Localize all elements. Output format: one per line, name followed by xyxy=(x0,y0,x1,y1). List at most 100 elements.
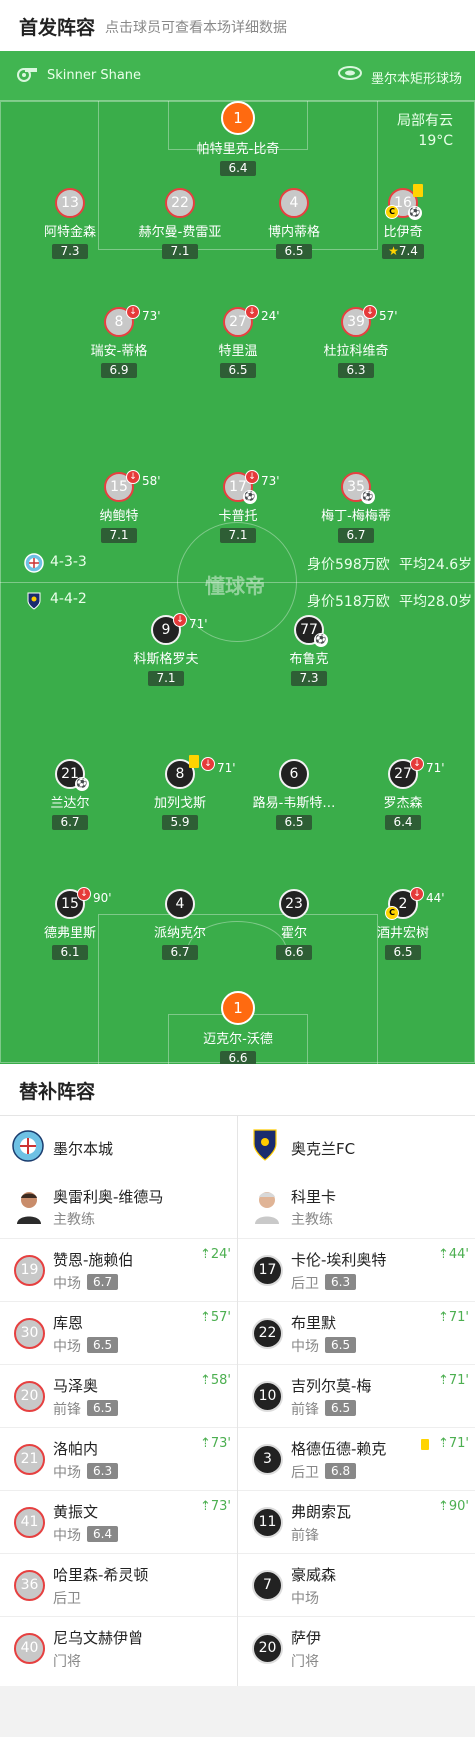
player-rating: 6.5 xyxy=(325,1337,357,1353)
sub-minute: 57' xyxy=(379,309,398,323)
sub-player-row[interactable]: 11 弗朗索瓦 前锋 ⇡90' xyxy=(238,1490,475,1553)
sub-out-icon xyxy=(126,470,140,484)
coach-name: 科里卡 xyxy=(291,1188,337,1206)
sub-minute: 71' xyxy=(189,617,208,631)
yellow-card-icon xyxy=(421,1439,429,1450)
sub-player-row[interactable]: 20 马泽奥 前锋 6.5 ⇡58' xyxy=(0,1364,237,1427)
player-rating: 7.3 xyxy=(291,671,327,686)
sub-out-icon xyxy=(363,305,377,319)
player-rating: 7.1 xyxy=(148,671,184,686)
player-home-def-4[interactable]: 16 比伊奇 ★7.4 xyxy=(348,184,458,259)
away-coach-row[interactable]: 科里卡 主教练 xyxy=(238,1176,475,1238)
sub-out-icon xyxy=(245,305,259,319)
sub-in-icon: ⇡ xyxy=(199,1310,211,1325)
player-away-def-1[interactable]: 15 90' 德弗里斯 6.1 xyxy=(15,887,125,960)
player-position: 中场 xyxy=(53,1276,81,1292)
player-number: 15 xyxy=(61,896,79,912)
sub-out-icon xyxy=(173,613,187,627)
player-name: 路易-韦斯特… xyxy=(252,796,336,811)
player-name: 格德伍德-赖克 xyxy=(291,1440,387,1458)
player-number: 8 xyxy=(175,766,185,782)
sub-player-row[interactable]: 17 卡伦-埃利奥特 后卫 6.3 ⇡44' xyxy=(238,1238,475,1301)
yellow-card-icon xyxy=(413,184,423,197)
player-number: 19 xyxy=(14,1255,45,1286)
sub-in-icon: ⇡ xyxy=(199,1373,211,1388)
sub-player-row[interactable]: 22 布里默 中场 6.5 ⇡71' xyxy=(238,1301,475,1364)
sub-in-icon: ⇡ xyxy=(437,1310,449,1325)
sub-player-row[interactable]: 21 洛帕内 中场 6.3 ⇡73' xyxy=(0,1427,237,1490)
player-home-mid-2[interactable]: 27 24' 特里温 6.5 xyxy=(183,305,293,378)
away-value: 身价518万欧 xyxy=(307,594,390,610)
player-away-mid-4[interactable]: 27 71' 罗杰森 6.4 xyxy=(348,757,458,830)
player-home-fwd-1[interactable]: 15 58' 纳鲍特 7.1 xyxy=(64,470,174,543)
player-away-mid-3[interactable]: 6 路易-韦斯特… 6.5 xyxy=(239,759,349,830)
player-position: 中场 xyxy=(53,1339,81,1355)
player-name: 卡伦-埃利奥特 xyxy=(291,1251,387,1269)
player-number: 27 xyxy=(229,314,247,330)
player-position: 门将 xyxy=(291,1654,319,1670)
player-name: 梅丁-梅梅蒂 xyxy=(321,509,391,524)
player-number: 1 xyxy=(221,101,255,135)
sub-player-row[interactable]: 36 哈里森-希灵顿 后卫 xyxy=(0,1553,237,1616)
sub-player-row[interactable]: 3 格德伍德-赖克 后卫 6.8 ⇡71' xyxy=(238,1427,475,1490)
player-number: 7 xyxy=(252,1570,283,1601)
home-value: 身价598万欧 xyxy=(307,557,390,573)
player-home-def-1[interactable]: 13 阿特金森 7.3 xyxy=(15,188,125,259)
assist-icon xyxy=(75,777,89,791)
player-name: 布鲁克 xyxy=(289,652,329,667)
player-away-def-3[interactable]: 23 霍尔 6.6 xyxy=(239,889,349,960)
away-avg-age: 平均28.0岁 xyxy=(399,594,473,610)
sub-in-minute: ⇡24' xyxy=(199,1247,231,1262)
player-name: 豪威森 xyxy=(291,1566,337,1584)
assist-icon xyxy=(408,206,422,220)
player-home-mid-3[interactable]: 39 57' 杜拉科维奇 6.3 xyxy=(301,305,411,378)
weather-info: 局部有云 19°C xyxy=(397,111,453,151)
sub-in-minute: ⇡90' xyxy=(437,1499,469,1514)
sub-out-icon xyxy=(410,757,424,771)
player-home-gk[interactable]: 1 帕特里克-比奇 6.4 xyxy=(183,101,293,176)
home-team-row[interactable]: 墨尔本城 xyxy=(0,1116,237,1176)
player-home-fwd-2[interactable]: 17 73' 卡普托 7.1 xyxy=(183,470,293,543)
player-away-fwd-2[interactable]: 77 布鲁克 7.3 xyxy=(254,615,364,686)
sub-player-row[interactable]: 40 尼乌文赫伊曾 门将 xyxy=(0,1616,237,1679)
player-away-gk[interactable]: 1 迈克尔-沃德 6.6 xyxy=(183,991,293,1064)
substitutes-section: 替补阵容 墨尔本城 奥雷利奥-维德马 主教练 19 赞恩-施赖伯 中场 6.7 … xyxy=(0,1064,475,1686)
sub-in-icon: ⇡ xyxy=(199,1499,211,1514)
player-away-def-2[interactable]: 4 派纳克尔 6.7 xyxy=(125,889,235,960)
player-away-fwd-1[interactable]: 9 71' 科斯格罗夫 7.1 xyxy=(111,613,221,686)
sub-player-row[interactable]: 41 黄振文 中场 6.4 ⇡73' xyxy=(0,1490,237,1553)
player-rating: ★7.4 xyxy=(382,244,424,259)
player-name: 加列戈斯 xyxy=(153,796,206,811)
player-home-def-3[interactable]: 4 博内蒂格 6.5 xyxy=(239,188,349,259)
player-home-def-2[interactable]: 22 赫尔曼-费雷亚 7.1 xyxy=(125,188,235,259)
sub-out-icon xyxy=(201,757,215,771)
player-number: 23 xyxy=(285,896,303,912)
player-rating: 6.3 xyxy=(87,1463,119,1479)
captain-icon xyxy=(385,906,399,920)
player-away-mid-2[interactable]: 8 71' 加列戈斯 5.9 xyxy=(125,755,236,830)
player-home-fwd-3[interactable]: 35 梅丁-梅梅蒂 6.7 xyxy=(301,472,411,543)
away-crest-icon xyxy=(253,1129,277,1161)
player-name: 布里默 xyxy=(291,1314,337,1332)
sub-out-icon xyxy=(245,470,259,484)
sub-player-row[interactable]: 19 赞恩-施赖伯 中场 6.7 ⇡24' xyxy=(0,1238,237,1301)
player-number: 22 xyxy=(171,195,189,211)
player-rating: 6.5 xyxy=(385,945,421,960)
away-team-row[interactable]: 奥克兰FC xyxy=(238,1116,475,1176)
player-number: 17 xyxy=(252,1255,283,1286)
home-coach-row[interactable]: 奥雷利奥-维德马 主教练 xyxy=(0,1176,237,1238)
sub-player-row[interactable]: 30 库恩 中场 6.5 ⇡57' xyxy=(0,1301,237,1364)
player-away-def-4[interactable]: 2 44' 酒井宏树 6.5 xyxy=(348,887,458,960)
sub-player-row[interactable]: 20 萨伊 门将 xyxy=(238,1616,475,1679)
player-away-mid-1[interactable]: 21 兰达尔 6.7 xyxy=(15,759,125,830)
sub-player-row[interactable]: 10 吉列尔莫-梅 前锋 6.5 ⇡71' xyxy=(238,1364,475,1427)
sub-in-minute: ⇡71' xyxy=(437,1436,469,1451)
sub-player-row[interactable]: 7 豪威森 中场 xyxy=(238,1553,475,1616)
player-number: 4 xyxy=(289,195,299,211)
player-number: 36 xyxy=(14,1570,45,1601)
player-name: 霍尔 xyxy=(280,926,307,941)
player-home-mid-1[interactable]: 8 73' 瑞安-蒂格 6.9 xyxy=(64,305,174,378)
sub-in-icon: ⇡ xyxy=(437,1436,449,1451)
yellow-card-icon xyxy=(189,755,199,768)
player-number: 2 xyxy=(398,896,408,912)
